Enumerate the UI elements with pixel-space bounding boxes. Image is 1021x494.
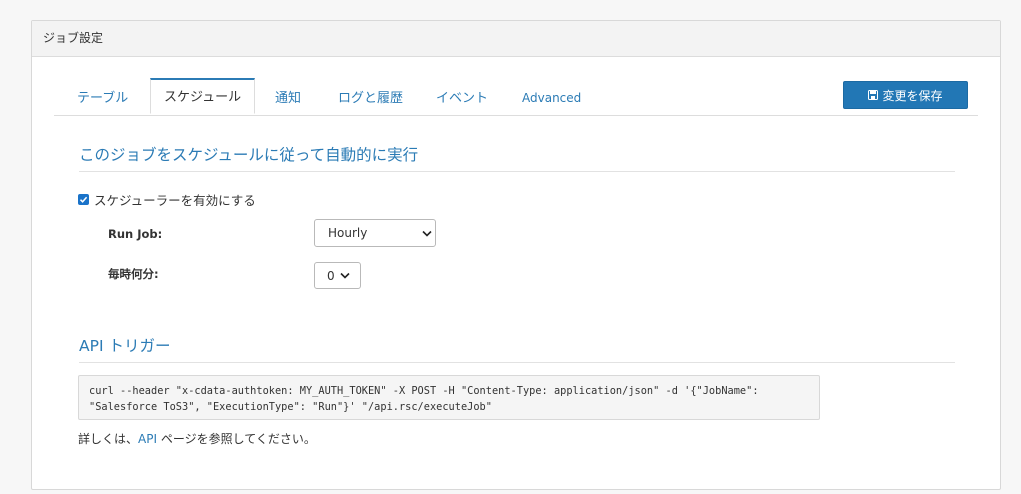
enable-scheduler-label: スケジューラーを有効にする — [94, 193, 256, 208]
save-icon — [868, 90, 879, 100]
run-job-label: Run Job: — [108, 227, 163, 241]
api-curl-code: curl --header "x-cdata-authtoken: MY_AUT… — [78, 375, 820, 420]
api-help-text: 詳しくは、API ページを参照してください。 — [78, 430, 316, 447]
api-trigger-title: API トリガー — [79, 334, 955, 363]
minute-select[interactable]: 0 — [314, 262, 361, 289]
run-job-select[interactable]: Hourly — [314, 219, 436, 247]
tab-bar: テーブル スケジュール 通知 ログと履歴 イベント Advanced — [54, 78, 978, 116]
help-suffix: ページを参照してください。 — [157, 432, 316, 446]
enable-scheduler-checkbox[interactable] — [78, 194, 89, 205]
tab-schedule[interactable]: スケジュール — [150, 78, 256, 114]
job-settings-panel: ジョブ設定 テーブル スケジュール 通知 ログと履歴 イベント Advanced… — [31, 20, 1001, 490]
tab-logs-history[interactable]: ログと履歴 — [338, 78, 403, 115]
tab-notifications[interactable]: 通知 — [275, 78, 301, 115]
save-changes-button[interactable]: 変更を保存 — [843, 81, 968, 109]
save-button-label: 変更を保存 — [882, 88, 943, 103]
panel-title: ジョブ設定 — [32, 21, 1000, 57]
run-job-value: Hourly — [328, 226, 368, 240]
tab-advanced[interactable]: Advanced — [522, 78, 581, 115]
help-prefix: 詳しくは、 — [78, 432, 139, 446]
tab-tables[interactable]: テーブル — [77, 78, 128, 115]
minute-label: 毎時何分: — [108, 267, 159, 281]
schedule-section-title: このジョブをスケジュールに従って自動的に実行 — [79, 143, 955, 172]
checkmark-icon — [79, 196, 88, 203]
chevron-down-icon — [337, 272, 353, 279]
minute-value: 0 — [327, 268, 335, 283]
tab-events[interactable]: イベント — [436, 78, 488, 115]
chevron-down-icon — [419, 230, 435, 237]
enable-scheduler-row[interactable]: スケジューラーを有効にする — [78, 190, 256, 209]
api-docs-link[interactable]: API — [138, 432, 157, 446]
